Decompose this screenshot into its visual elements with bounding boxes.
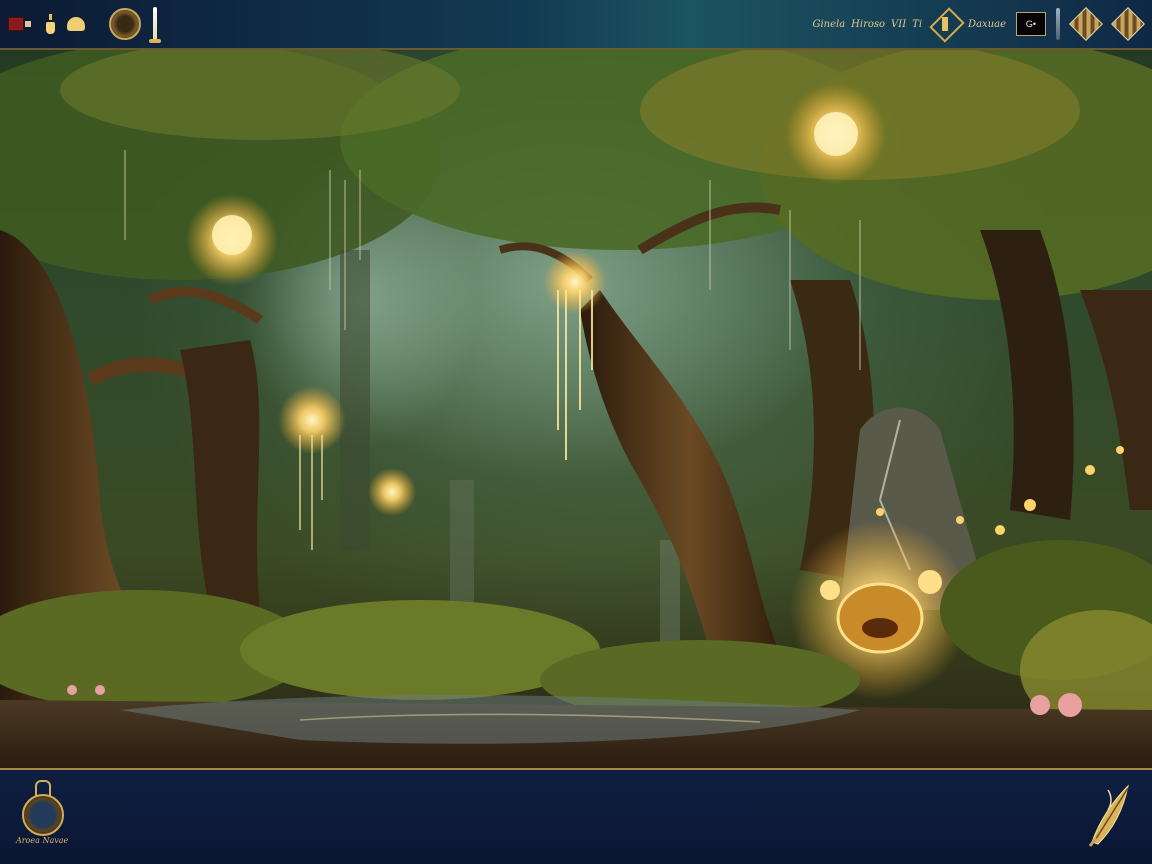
forest-scene[interactable]	[0, 50, 1152, 768]
quill-icon[interactable]	[149, 7, 161, 43]
status-word: Ti	[912, 18, 923, 30]
flag-icon[interactable]	[8, 17, 31, 31]
sword-icon[interactable]	[1056, 8, 1060, 40]
crest-icon[interactable]	[932, 9, 958, 39]
mode-button[interactable]: G•	[1016, 12, 1046, 36]
bottom-hud-bar: Aroea Navae	[0, 768, 1152, 864]
map-tile-icon[interactable]	[1069, 7, 1103, 41]
hud-right-group: Ginela Hiroso VII Ti Daxuae G•	[812, 4, 1145, 44]
hud-status-text: Ginela Hiroso VII Ti	[812, 19, 922, 30]
glowing-lantern-icon[interactable]	[786, 84, 886, 184]
golden-feather-icon[interactable]	[1082, 780, 1138, 852]
compass-icon[interactable]	[109, 8, 141, 40]
glowing-lantern-icon[interactable]	[368, 468, 416, 516]
potion-icon[interactable]	[46, 14, 55, 34]
status-word: VII	[891, 18, 907, 30]
top-hud-bar: Ginela Hiroso VII Ti Daxuae G•	[0, 0, 1152, 50]
glowing-lantern-icon[interactable]	[186, 194, 278, 286]
medallion-button[interactable]: Aroea Navae	[16, 780, 70, 850]
status-suffix: Daxuae	[968, 18, 1006, 30]
medallion-label: Aroea Navae	[16, 836, 69, 845]
glowing-lantern-icon[interactable]	[278, 386, 346, 550]
status-word: Hiroso	[851, 18, 886, 30]
medallion-icon	[22, 794, 64, 836]
game-screen: Ginela Hiroso VII Ti Daxuae G• Aroea Nav…	[0, 0, 1152, 864]
map-tile-icon[interactable]	[1111, 7, 1145, 41]
status-word: Ginela	[812, 18, 846, 30]
forest-scene-art	[0, 50, 1152, 768]
hud-left-group	[8, 4, 161, 44]
helmet-icon[interactable]	[67, 17, 85, 31]
